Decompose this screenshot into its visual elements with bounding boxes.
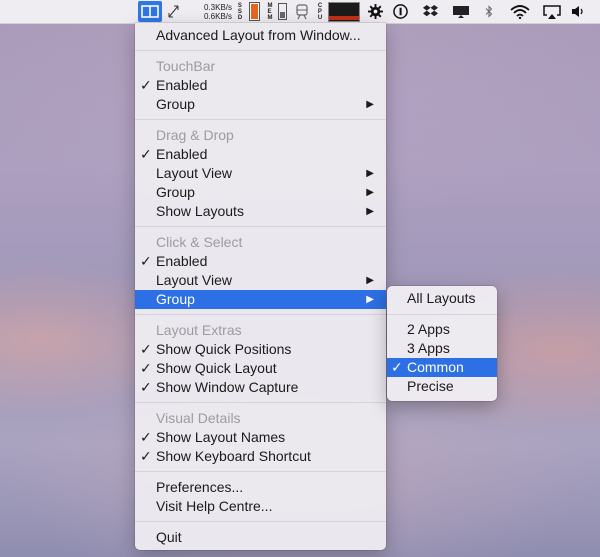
separator [135, 471, 386, 472]
gear-icon[interactable] [366, 0, 384, 23]
cpu-label: C P U [317, 2, 323, 21]
bluetooth-icon[interactable] [482, 0, 496, 23]
visual-details-header: Visual Details [156, 410, 241, 426]
checkmark-icon: ✓ [140, 429, 152, 445]
separator [135, 521, 386, 522]
touchbar-group-item[interactable]: Group ▶ [135, 95, 386, 114]
checkmark-icon: ✓ [140, 146, 152, 162]
mem-label: M E M [267, 2, 273, 21]
display-icon[interactable] [450, 0, 472, 23]
show-quick-positions-item[interactable]: ✓ Show Quick Positions [135, 340, 386, 359]
touchbar-enabled-item[interactable]: ✓ Enabled [135, 76, 386, 95]
checkmark-icon: ✓ [140, 448, 152, 464]
submenu-arrow-icon: ▶ [366, 294, 374, 305]
dragdrop-layout-view-item[interactable]: Layout View ▶ [135, 164, 386, 183]
show-layout-names-item[interactable]: ✓ Show Layout Names [135, 428, 386, 447]
submenu-common-item[interactable]: ✓ Common [387, 358, 497, 377]
checkmark-icon: ✓ [140, 379, 152, 395]
wifi-icon[interactable] [508, 0, 532, 23]
submenu-all-layouts-item[interactable]: All Layouts [387, 289, 497, 308]
submenu-3-apps-item[interactable]: 3 Apps [387, 339, 497, 358]
ssd-label: S S D [237, 2, 243, 21]
layout-dropdown-menu: Advanced Layout from Window... TouchBar … [135, 23, 386, 550]
quit-item[interactable]: Quit [135, 528, 386, 547]
show-window-capture-item[interactable]: ✓ Show Window Capture [135, 378, 386, 397]
submenu-precise-item[interactable]: Precise [387, 377, 497, 396]
show-quick-layout-item[interactable]: ✓ Show Quick Layout [135, 359, 386, 378]
net-down-text: 0.6KB/s [203, 11, 232, 21]
submenu-2-apps-item[interactable]: 2 Apps [387, 320, 497, 339]
network-train-icon[interactable] [293, 0, 311, 23]
advanced-layout-item[interactable]: Advanced Layout from Window... [135, 26, 386, 45]
touchbar-header: TouchBar [156, 58, 216, 74]
resize-icon[interactable] [166, 0, 180, 23]
dragdrop-enabled-item[interactable]: ✓ Enabled [135, 145, 386, 164]
clickselect-layout-view-item[interactable]: Layout View ▶ [135, 271, 386, 290]
separator [135, 314, 386, 315]
show-keyboard-shortcut-item[interactable]: ✓ Show Keyboard Shortcut [135, 447, 386, 466]
clickselect-enabled-item[interactable]: ✓ Enabled [135, 252, 386, 271]
password-icon[interactable] [391, 0, 409, 23]
submenu-arrow-icon: ▶ [366, 187, 374, 198]
submenu-arrow-icon: ▶ [366, 275, 374, 286]
dragdrop-group-item[interactable]: Group ▶ [135, 183, 386, 202]
checkmark-icon: ✓ [391, 359, 403, 375]
submenu-arrow-icon: ▶ [366, 168, 374, 179]
airplay-icon[interactable] [541, 0, 563, 23]
net-up-text: 0.3KB/s [203, 2, 232, 12]
volume-icon[interactable] [569, 0, 589, 23]
layout-app-icon[interactable] [138, 1, 162, 22]
dragdrop-header: Drag & Drop [156, 127, 234, 143]
memory-chip-icon[interactable] [276, 0, 288, 23]
clickselect-header: Click & Select [156, 234, 243, 250]
submenu-arrow-icon: ▶ [366, 206, 374, 217]
submenu-arrow-icon: ▶ [366, 99, 374, 110]
clickselect-group-item[interactable]: Group ▶ [135, 290, 386, 309]
dropbox-icon[interactable] [421, 0, 439, 23]
group-submenu: All Layouts 2 Apps 3 Apps ✓ Common Precis… [387, 286, 497, 401]
checkmark-icon: ✓ [140, 77, 152, 93]
separator [135, 402, 386, 403]
separator [135, 50, 386, 51]
dragdrop-show-layouts-item[interactable]: Show Layouts ▶ [135, 202, 386, 221]
checkmark-icon: ✓ [140, 341, 152, 357]
separator [387, 314, 497, 315]
extras-header: Layout Extras [156, 322, 242, 338]
battery-gauge-icon[interactable] [247, 0, 261, 23]
network-speed-readout[interactable]: 0.3KB/s 0.6KB/s [182, 0, 232, 23]
visit-help-centre-item[interactable]: Visit Help Centre... [135, 497, 386, 516]
cpu-graph-icon[interactable] [328, 2, 360, 22]
separator [135, 226, 386, 227]
preferences-item[interactable]: Preferences... [135, 478, 386, 497]
separator [135, 119, 386, 120]
checkmark-icon: ✓ [140, 253, 152, 269]
checkmark-icon: ✓ [140, 360, 152, 376]
menu-bar: 0.3KB/s 0.6KB/s S S D M E M C P U [0, 0, 600, 24]
